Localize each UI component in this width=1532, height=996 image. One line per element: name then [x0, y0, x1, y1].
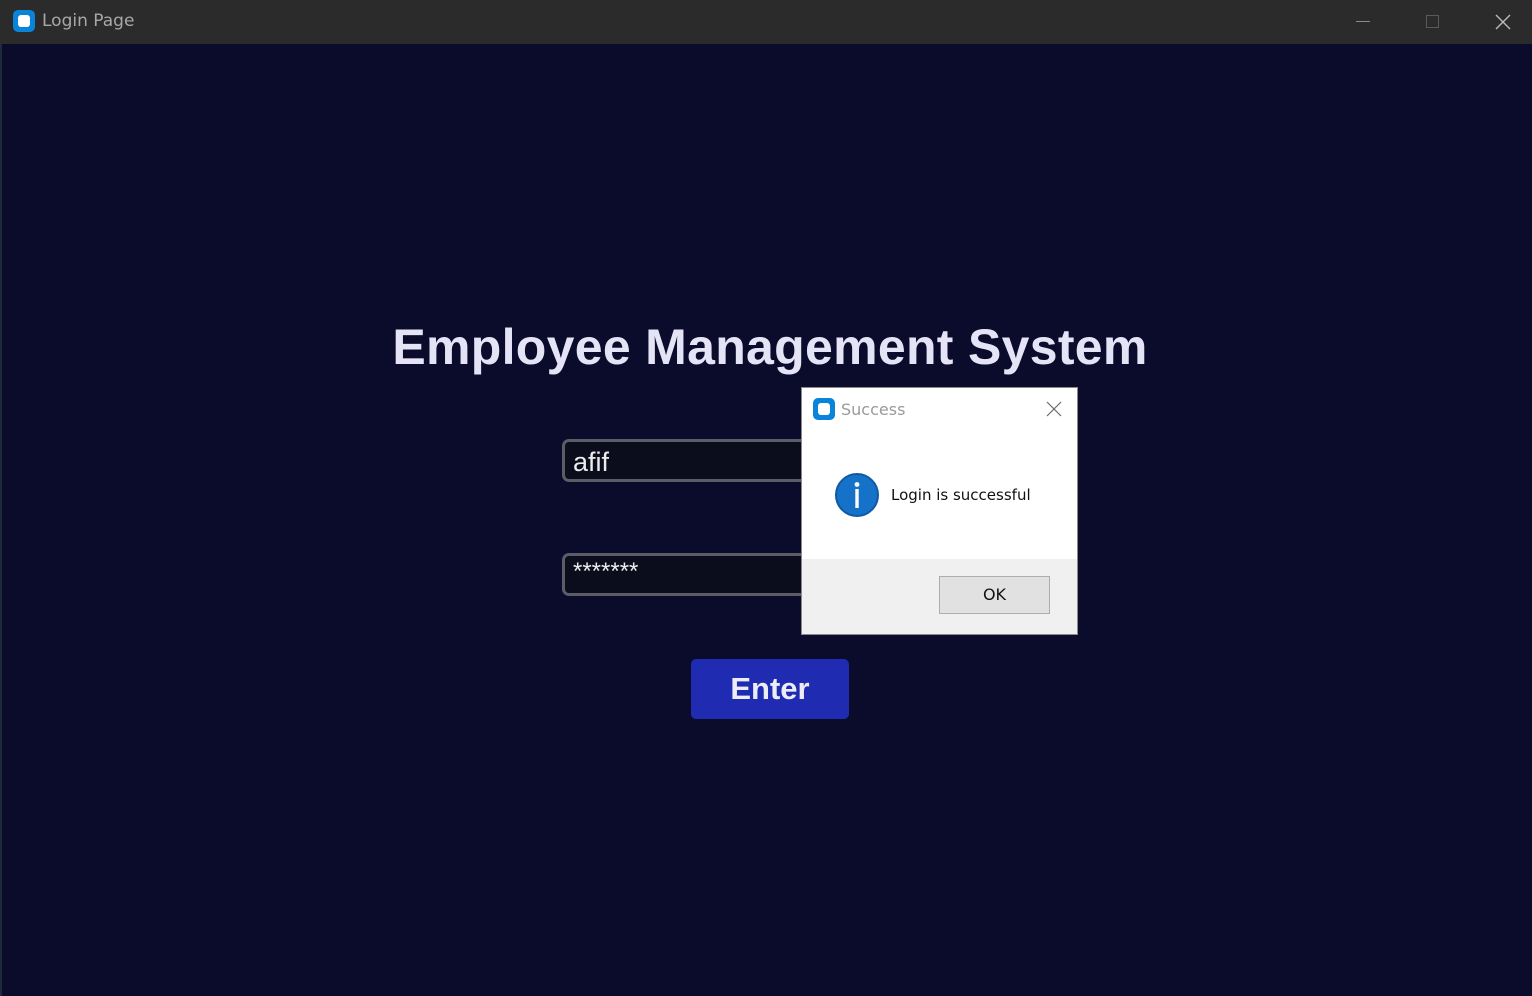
minimize-button[interactable] [1330, 0, 1398, 44]
window-left-edge [0, 44, 2, 996]
maximize-icon [1426, 15, 1439, 28]
ok-button[interactable]: OK [939, 576, 1050, 614]
close-icon [1495, 14, 1511, 30]
window-title: Login Page [42, 11, 135, 31]
close-icon [1046, 401, 1062, 417]
dialog-app-icon [813, 398, 835, 420]
title-bar[interactable]: Login Page [0, 0, 1532, 44]
close-button[interactable] [1466, 0, 1532, 44]
page-title: Employee Management System [392, 319, 1148, 375]
dialog-close-button[interactable] [1038, 396, 1068, 422]
dialog-title: Success [841, 400, 906, 419]
info-icon [835, 473, 879, 517]
app-icon [13, 10, 35, 32]
dialog-message: Login is successful [891, 486, 1031, 504]
enter-button[interactable]: Enter [691, 659, 849, 719]
maximize-button[interactable] [1398, 0, 1466, 44]
login-window: Login Page Employee Management System af… [0, 0, 1532, 996]
success-dialog: Success Login is successful OK [801, 387, 1078, 635]
dialog-footer: OK [802, 559, 1077, 634]
minimize-icon [1356, 21, 1370, 22]
